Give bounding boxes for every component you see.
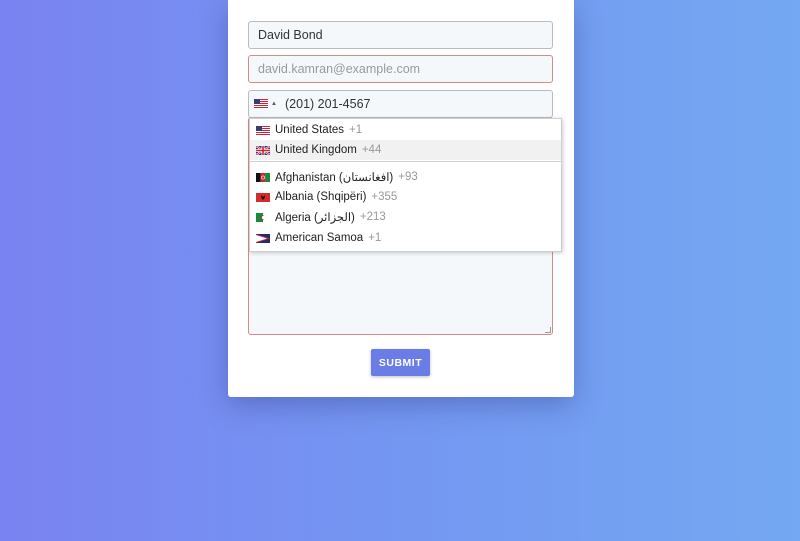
resize-handle-icon[interactable]	[545, 327, 551, 333]
us-flag-icon	[256, 125, 270, 135]
country-option-dz[interactable]: Algeria (‫الجزائر‬‎) +213	[250, 207, 561, 227]
country-option-af[interactable]: Afghanistan (‫افغانستان‬‎) +93	[250, 167, 561, 187]
dial-code: +1	[349, 124, 363, 136]
country-name: Albania (Shqipëri)	[275, 191, 367, 203]
dial-code: +44	[361, 144, 382, 156]
country-name: United States	[275, 124, 345, 136]
us-flag-icon	[254, 99, 268, 108]
country-name: American Samoa	[275, 232, 364, 244]
email-input-placeholder: david.kamran@example.com	[258, 62, 421, 76]
phone-input[interactable]: ▲ (201) 201-4567	[248, 90, 553, 118]
dial-code: +93	[398, 171, 418, 183]
phone-input-value: (201) 201-4567	[285, 97, 371, 111]
al-flag-icon	[256, 192, 270, 202]
as-flag-icon	[256, 233, 270, 243]
dial-code: +355	[371, 191, 398, 203]
dial-code: +213	[359, 211, 386, 223]
country-option-al[interactable]: Albania (Shqipëri) +355	[250, 187, 561, 207]
country-name: United Kingdom	[275, 144, 357, 156]
caret-up-icon: ▲	[271, 100, 277, 107]
country-dropdown-list[interactable]: United States +1 United Kingdom +44 Afgh…	[249, 118, 562, 252]
country-name: Algeria (‫الجزائر‬‎)	[275, 212, 355, 224]
contact-form-card: David Bond david.kamran@example.com ▲ (2…	[228, 0, 574, 397]
name-input[interactable]: David Bond	[248, 21, 553, 49]
af-flag-icon	[256, 172, 270, 182]
submit-button[interactable]: SUBMIT	[371, 349, 430, 376]
name-input-value: David Bond	[258, 28, 323, 42]
dropdown-divider	[250, 161, 561, 162]
country-option-us[interactable]: United States +1	[250, 120, 561, 140]
country-option-gb[interactable]: United Kingdom +44	[250, 140, 561, 160]
country-option-as[interactable]: American Samoa +1	[250, 228, 561, 248]
email-input[interactable]: david.kamran@example.com	[248, 55, 553, 83]
dz-flag-icon	[256, 212, 270, 222]
gb-flag-icon	[256, 145, 270, 155]
country-selector-button[interactable]: ▲	[254, 99, 277, 108]
dial-code: +1	[368, 232, 382, 244]
country-name: Afghanistan (‫افغانستان‬‎)	[275, 172, 394, 184]
